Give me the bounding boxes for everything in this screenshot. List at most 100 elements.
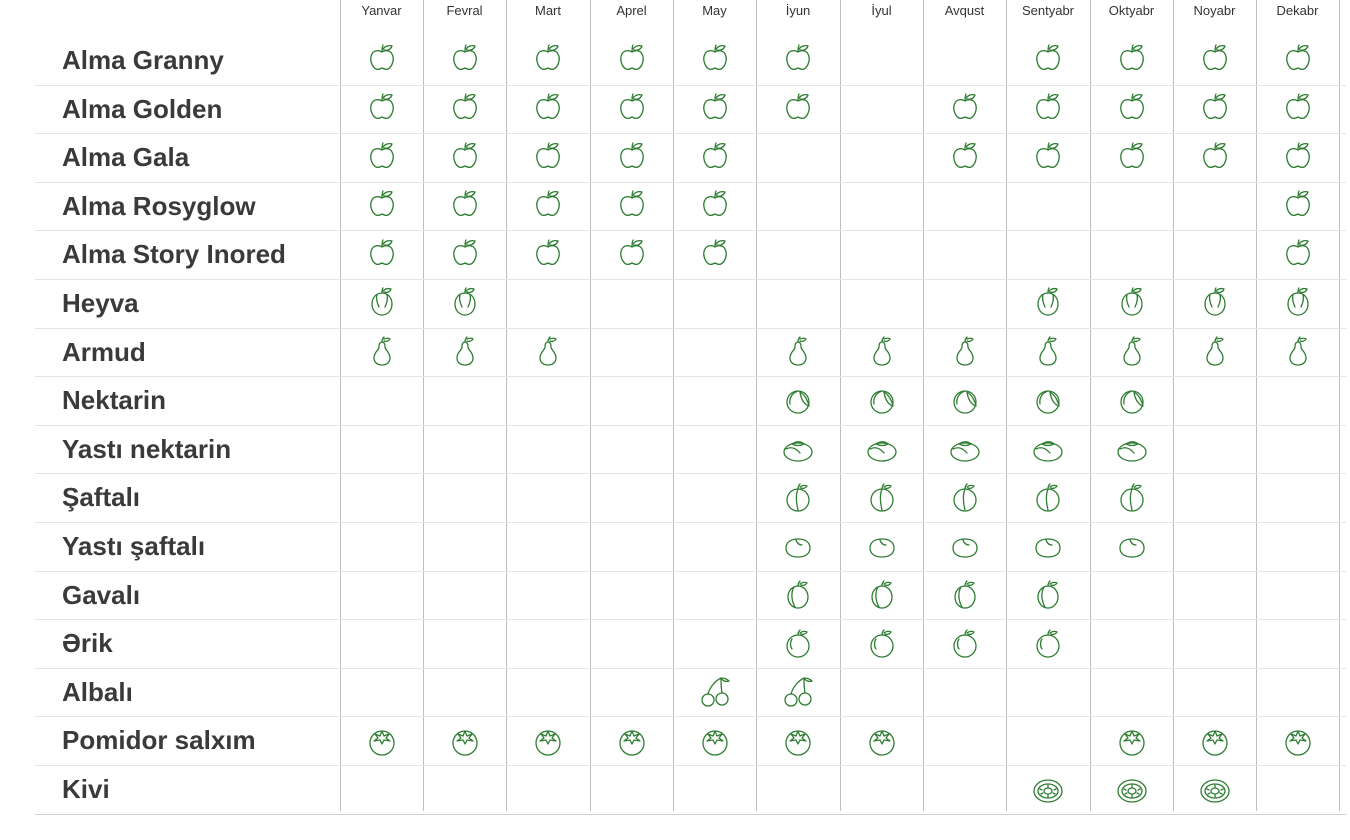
fruit-label: Kivi [62,774,110,804]
apple-icon [614,188,650,224]
apple-icon [614,91,650,127]
apple-icon [364,42,400,78]
tomato-icon [1280,723,1316,759]
month-label: Sentyabr [1021,3,1075,18]
peach-icon [780,480,816,516]
column-divider [340,0,341,811]
month-label: Avqust [944,3,985,18]
peach-icon [947,480,983,516]
month-label: Dekabr [1276,3,1319,18]
month-label: Yanvar [361,3,402,18]
apple-icon [364,140,400,176]
flat-peach-icon [864,528,900,564]
tomato-icon [530,723,566,759]
apple-icon [1114,42,1150,78]
column-divider [1006,0,1007,811]
column-divider [673,0,674,811]
fruit-label: Alma Rosyglow [62,190,256,221]
row-divider [35,814,1346,815]
row-divider [35,473,1346,474]
flat-peach-icon [1114,528,1150,564]
column-divider [1256,0,1257,811]
nectarine-icon [864,383,900,419]
cherry-icon [697,674,733,710]
nectarine-icon [1114,383,1150,419]
month-label: Mart [535,3,561,18]
fruit-label: Alma Golden [62,93,223,124]
peach-icon [864,480,900,516]
apple-icon [1197,91,1233,127]
plum-icon [947,577,983,613]
kiwi-icon [1030,771,1066,807]
apple-icon [697,237,733,273]
quince-icon [1197,285,1233,321]
nectarine-icon [1030,383,1066,419]
column-divider [840,0,841,811]
apple-icon [530,140,566,176]
plum-icon [780,577,816,613]
fruit-label: Alma Gala [62,142,190,173]
apple-icon [1030,42,1066,78]
row-divider [35,328,1346,329]
peach-icon [1114,480,1150,516]
fruit-label: Şaftalı [62,482,141,513]
fruit-label: Yastı şaftalı [62,531,206,561]
column-divider [756,0,757,811]
nectarine-icon [947,383,983,419]
apricot-icon [1030,626,1066,662]
tomato-icon [1197,723,1233,759]
pear-icon [1280,334,1316,370]
fruit-label: Armud [62,336,146,367]
month-label: May [702,3,727,18]
month-label: Noyabr [1193,3,1236,18]
apricot-icon [947,626,983,662]
flat-peach-icon [780,528,816,564]
pear-icon [530,334,566,370]
fruit-label: Alma Granny [62,45,224,75]
row-divider [35,133,1346,134]
row-divider [35,765,1346,766]
tomato-icon [864,723,900,759]
apple-icon [614,237,650,273]
peach-icon [1030,480,1066,516]
row-divider [35,619,1346,620]
column-divider [1339,0,1340,811]
apple-icon [530,42,566,78]
apple-icon [447,91,483,127]
apple-icon [1197,140,1233,176]
column-divider [590,0,591,811]
tomato-icon [1114,723,1150,759]
pear-icon [364,334,400,370]
apple-icon [1030,140,1066,176]
tomato-icon [697,723,733,759]
plum-icon [864,577,900,613]
flat-nectarine-icon [780,431,816,467]
quince-icon [364,285,400,321]
month-label: Aprel [616,3,647,18]
apple-icon [1030,91,1066,127]
apple-icon [364,188,400,224]
tomato-icon [447,723,483,759]
flat-peach-icon [947,528,983,564]
month-label: İyun [785,3,811,18]
fruit-label: Yastı nektarin [62,433,232,464]
quince-icon [1030,285,1066,321]
row-divider [35,425,1346,426]
fruit-season-calendar: Yanvar Fevral Mart Aprel May İyun İyul Avqust Se… [0,0,1350,840]
apple-icon [1280,91,1316,127]
apple-icon [1197,42,1233,78]
kiwi-icon [1197,771,1233,807]
apple-icon [1114,140,1150,176]
apple-icon [947,140,983,176]
pear-icon [864,334,900,370]
fruit-label: Albalı [62,676,133,707]
apple-icon [447,188,483,224]
nectarine-icon [780,383,816,419]
apple-icon [530,91,566,127]
apple-icon [530,237,566,273]
cherry-icon [780,674,816,710]
fruit-label: Ərik [62,628,113,659]
apple-icon [614,42,650,78]
month-label: Fevral [446,3,483,18]
apple-icon [1280,42,1316,78]
